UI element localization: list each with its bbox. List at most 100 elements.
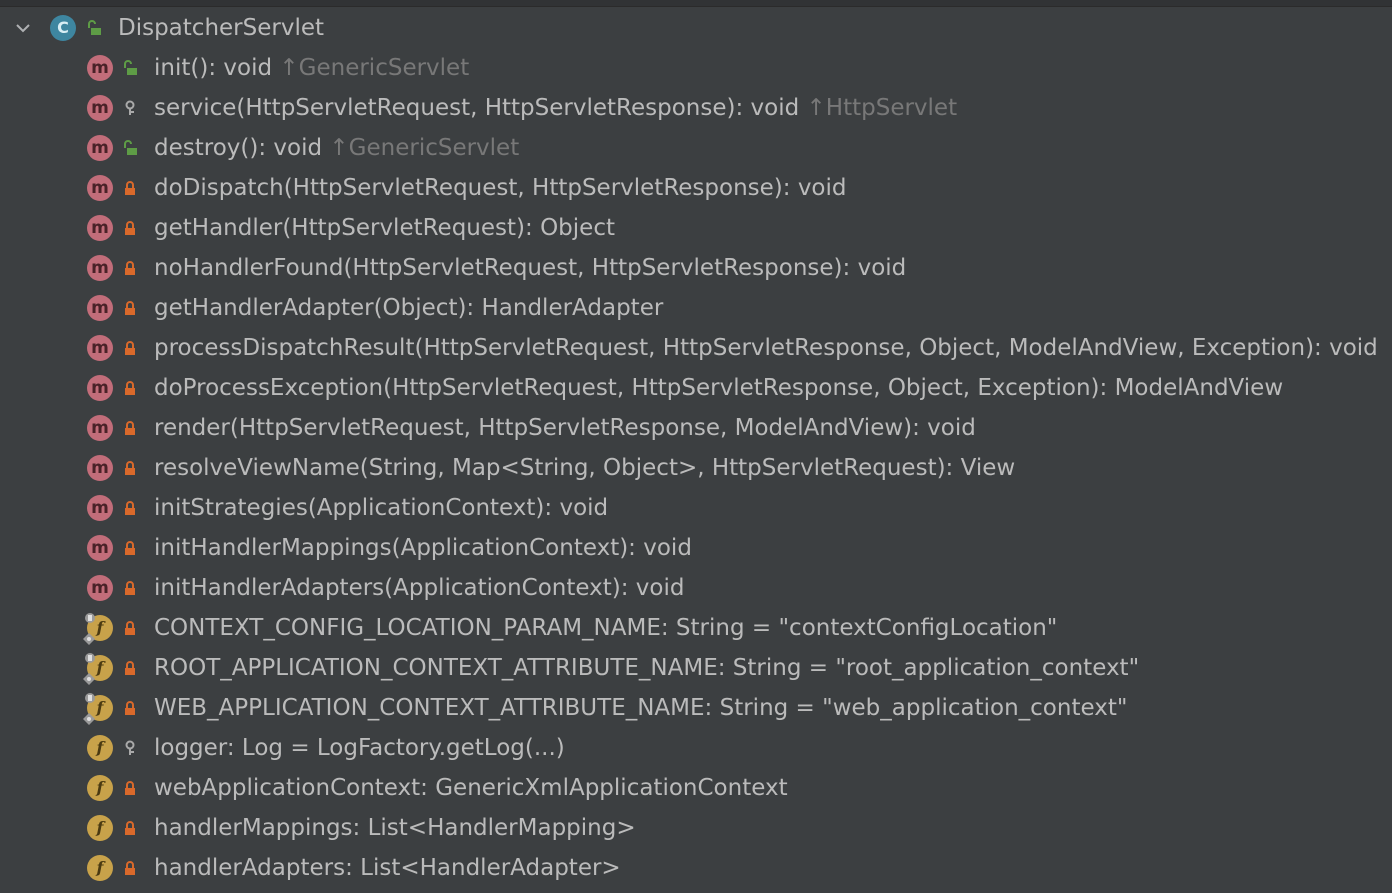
- method-signature: getHandlerAdapter(Object): HandlerAdapte…: [154, 288, 663, 328]
- inherited-from: ↑GenericServlet: [279, 55, 470, 81]
- tree-node-method[interactable]: m getHandlerAdapter(Object): HandlerAdapt…: [0, 288, 1392, 328]
- private-icon: [122, 180, 138, 196]
- method-icon: m: [87, 375, 113, 401]
- tree-node-method[interactable]: m destroy(): void ↑GenericServlet: [0, 128, 1392, 168]
- signature-text: doDispatch(HttpServletRequest, HttpServl…: [154, 175, 847, 201]
- public-icon: [122, 60, 138, 76]
- tree-node-field[interactable]: f logger: Log = LogFactory.getLog(...): [0, 728, 1392, 768]
- signature-text: init(): void: [154, 55, 273, 81]
- method-icon: m: [87, 55, 113, 81]
- method-signature: noHandlerFound(HttpServletRequest, HttpS…: [154, 248, 906, 288]
- tree-node-method[interactable]: m noHandlerFound(HttpServletRequest, Http…: [0, 248, 1392, 288]
- method-icon: m: [87, 175, 113, 201]
- signature-text: service(HttpServletRequest, HttpServletR…: [154, 95, 800, 121]
- private-icon: [122, 260, 138, 276]
- tree-node-method[interactable]: m processDispatchResult(HttpServletReques…: [0, 328, 1392, 368]
- tree-node-field[interactable]: f handlerAdapters: List<HandlerAdapter>: [0, 848, 1392, 888]
- field-icon: f: [83, 613, 113, 645]
- tree-node-method[interactable]: m service(HttpServletRequest, HttpServlet…: [0, 88, 1392, 128]
- field-signature: WEB_APPLICATION_CONTEXT_ATTRIBUTE_NAME: …: [154, 688, 1127, 728]
- private-icon: [122, 620, 138, 636]
- signature-text: destroy(): void: [154, 135, 323, 161]
- static-pin-icon: [84, 691, 96, 703]
- method-icon: m: [87, 575, 113, 601]
- protected-icon: [122, 100, 138, 116]
- signature-text: doProcessException(HttpServletRequest, H…: [154, 375, 1284, 401]
- tree-node-method[interactable]: m render(HttpServletRequest, HttpServletR…: [0, 408, 1392, 448]
- method-signature: initStrategies(ApplicationContext): void: [154, 488, 608, 528]
- inherited-from: ↑GenericServlet: [329, 135, 520, 161]
- private-icon: [122, 420, 138, 436]
- signature-text: handlerAdapters: List<HandlerAdapter>: [154, 855, 621, 881]
- tree-node-field[interactable]: f CONTEXT_CONFIG_LOCATION_PARAM_NAME: Str…: [0, 608, 1392, 648]
- field-signature: CONTEXT_CONFIG_LOCATION_PARAM_NAME: Stri…: [154, 608, 1057, 648]
- tree-node-method[interactable]: m initStrategies(ApplicationContext): voi…: [0, 488, 1392, 528]
- field-signature: logger: Log = LogFactory.getLog(...): [154, 728, 565, 768]
- method-icon: m: [87, 135, 113, 161]
- private-icon: [122, 820, 138, 836]
- method-signature: processDispatchResult(HttpServletRequest…: [154, 328, 1378, 368]
- method-signature: doProcessException(HttpServletRequest, H…: [154, 368, 1283, 408]
- method-icon: m: [87, 95, 113, 121]
- method-icon: m: [87, 335, 113, 361]
- private-icon: [122, 580, 138, 596]
- panel-top-border: [0, 0, 1392, 7]
- tree-node-field[interactable]: f handlerMappings: List<HandlerMapping>: [0, 808, 1392, 848]
- field-icon: f: [87, 815, 113, 841]
- private-icon: [122, 300, 138, 316]
- method-icon: m: [87, 495, 113, 521]
- tree-node-method[interactable]: m initHandlerAdapters(ApplicationContext)…: [0, 568, 1392, 608]
- final-pin-icon: [83, 632, 95, 645]
- private-icon: [122, 860, 138, 876]
- tree-node-method[interactable]: m init(): void ↑GenericServlet: [0, 48, 1392, 88]
- private-icon: [122, 220, 138, 236]
- signature-text: getHandler(HttpServletRequest): Object: [154, 215, 615, 241]
- field-icon: f: [87, 775, 113, 801]
- private-icon: [122, 780, 138, 796]
- method-icon: m: [87, 535, 113, 561]
- inherited-from: ↑HttpServlet: [806, 95, 958, 121]
- static-pin-icon: [84, 651, 96, 663]
- field-icon: f: [83, 693, 113, 725]
- public-icon: [122, 140, 138, 156]
- tree-node-method[interactable]: m doDispatch(HttpServletRequest, HttpServ…: [0, 168, 1392, 208]
- method-signature: destroy(): void ↑GenericServlet: [154, 128, 519, 168]
- field-signature: ROOT_APPLICATION_CONTEXT_ATTRIBUTE_NAME:…: [154, 648, 1139, 688]
- signature-text: initHandlerMappings(ApplicationContext):…: [154, 535, 692, 561]
- signature-text: getHandlerAdapter(Object): HandlerAdapte…: [154, 295, 664, 321]
- method-signature: getHandler(HttpServletRequest): Object: [154, 208, 615, 248]
- method-icon: m: [87, 415, 113, 441]
- signature-text: resolveViewName(String, Map<String, Obje…: [154, 455, 1016, 481]
- tree-node-field[interactable]: f WEB_APPLICATION_CONTEXT_ATTRIBUTE_NAME:…: [0, 688, 1392, 728]
- field-icon: f: [83, 653, 113, 685]
- protected-icon: [122, 740, 138, 756]
- method-icon: m: [87, 215, 113, 241]
- tree-node-field[interactable]: f webApplicationContext: GenericXmlApplic…: [0, 768, 1392, 808]
- method-signature: doDispatch(HttpServletRequest, HttpServl…: [154, 168, 847, 208]
- method-signature: render(HttpServletRequest, HttpServletRe…: [154, 408, 976, 448]
- field-signature: handlerAdapters: List<HandlerAdapter>: [154, 848, 621, 888]
- structure-tree[interactable]: C DispatcherServlet m init(): void ↑Gener…: [0, 8, 1392, 888]
- chevron-down-icon[interactable]: [14, 19, 32, 37]
- signature-text: initStrategies(ApplicationContext): void: [154, 495, 609, 521]
- public-icon: [86, 20, 102, 36]
- field-icon: f: [87, 735, 113, 761]
- method-signature: init(): void ↑GenericServlet: [154, 48, 469, 88]
- tree-node-method[interactable]: m initHandlerMappings(ApplicationContext)…: [0, 528, 1392, 568]
- field-signature: handlerMappings: List<HandlerMapping>: [154, 808, 636, 848]
- tree-node-method[interactable]: m resolveViewName(String, Map<String, Obj…: [0, 448, 1392, 488]
- signature-text: noHandlerFound(HttpServletRequest, HttpS…: [154, 255, 907, 281]
- signature-text: CONTEXT_CONFIG_LOCATION_PARAM_NAME: Stri…: [154, 615, 1058, 641]
- signature-text: processDispatchResult(HttpServletRequest…: [154, 335, 1378, 361]
- method-signature: initHandlerMappings(ApplicationContext):…: [154, 528, 692, 568]
- method-icon: m: [87, 255, 113, 281]
- signature-text: WEB_APPLICATION_CONTEXT_ATTRIBUTE_NAME: …: [154, 695, 1128, 721]
- private-icon: [122, 540, 138, 556]
- field-icon: f: [87, 855, 113, 881]
- tree-node-class[interactable]: C DispatcherServlet: [0, 8, 1392, 48]
- tree-node-method[interactable]: m getHandler(HttpServletRequest): Object: [0, 208, 1392, 248]
- signature-text: webApplicationContext: GenericXmlApplica…: [154, 775, 788, 801]
- tree-node-field[interactable]: f ROOT_APPLICATION_CONTEXT_ATTRIBUTE_NAME…: [0, 648, 1392, 688]
- method-icon: m: [87, 455, 113, 481]
- tree-node-method[interactable]: m doProcessException(HttpServletRequest, …: [0, 368, 1392, 408]
